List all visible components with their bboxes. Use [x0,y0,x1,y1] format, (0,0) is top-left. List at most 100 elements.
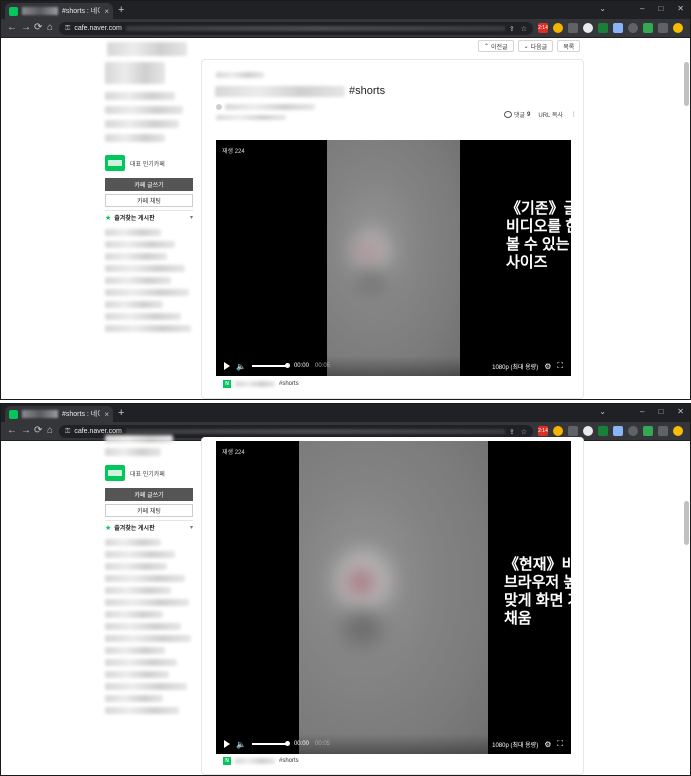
board-item[interactable] [105,707,179,714]
board-item[interactable] [105,265,185,272]
sidebar-icon[interactable] [658,426,668,436]
extension-icon[interactable] [583,426,593,436]
settings-gear-icon[interactable]: ⚙ [544,362,551,371]
cafe-chat-button[interactable]: 카페 채팅 [105,194,193,207]
list-button[interactable]: 목록 [557,40,581,52]
browser-tab[interactable]: #shorts : 네이버 × [5,3,113,19]
extension-badge-icon[interactable]: 2:14 [538,426,548,436]
new-tab-button[interactable]: + [118,407,124,419]
board-item[interactable] [105,313,181,320]
scrollbar[interactable] [684,501,689,545]
board-item[interactable] [105,301,163,308]
play-icon[interactable] [224,362,230,370]
board-item[interactable] [105,587,171,594]
board-item[interactable] [105,539,161,546]
url-copy-button[interactable]: URL 복사 [538,110,563,119]
cafe-chat-button[interactable]: 카페 채팅 [105,504,193,517]
extension-icon[interactable] [613,426,623,436]
prev-post-button[interactable]: ⌃ 이전글 [478,40,514,52]
tab-search-icon[interactable]: ⌄ [599,4,606,13]
extension-icon[interactable] [583,23,593,33]
next-post-button[interactable]: ⌄ 다음글 [517,40,554,52]
extension-icon[interactable] [553,23,563,33]
board-item[interactable] [105,611,163,618]
volume-slider[interactable] [251,741,290,746]
address-bar[interactable]: ⚿ cafe.naver.com ⇪ ☆ [59,22,533,35]
minimize-button[interactable]: – [640,4,644,14]
extension-icon[interactable] [598,23,608,33]
video-player[interactable]: 재생 224 🔈 00:00 00:05 1080p (최대 용량) ⚙ ⛶ 《… [216,441,571,754]
back-icon[interactable]: ← [7,425,17,437]
comment-button[interactable]: 댓글 9 [504,110,530,119]
puzzle-icon[interactable] [628,23,638,33]
tab-search-icon[interactable]: ⌄ [599,407,606,416]
extension-icon[interactable] [568,23,578,33]
board-item[interactable] [105,253,167,260]
extension-icon[interactable] [613,23,623,33]
volume-icon[interactable]: 🔈 [236,362,246,371]
scrollbar[interactable] [684,62,689,106]
home-icon[interactable]: ⌂ [47,22,53,34]
extension-icon[interactable] [643,23,653,33]
maximize-button[interactable]: □ [658,4,663,14]
tab-close-icon[interactable]: × [104,410,109,419]
board-item[interactable] [105,563,167,570]
quality-label[interactable]: 1080p (최대 용량) [492,740,538,749]
back-icon[interactable]: ← [7,22,17,34]
reload-icon[interactable]: ⟳ [34,22,42,34]
extension-badge-icon[interactable]: 2:14 [538,23,548,33]
more-icon[interactable]: ⋮ [571,111,577,118]
fullscreen-icon[interactable]: ⛶ [557,739,563,749]
board-item[interactable] [105,575,185,582]
home-icon[interactable]: ⌂ [47,425,53,437]
close-window-button[interactable]: ✕ [677,4,684,14]
board-item[interactable] [105,229,161,236]
board-item[interactable] [105,551,175,558]
maximize-button[interactable]: □ [658,407,663,417]
tab-close-icon[interactable]: × [104,7,109,16]
board-item[interactable] [105,277,171,284]
board-item[interactable] [105,241,175,248]
minimize-button[interactable]: – [640,407,644,417]
board-item[interactable] [105,683,187,690]
play-icon[interactable] [224,740,230,748]
favorite-boards-header[interactable]: ★ 즐겨찾는 게시판 ▾ [105,210,193,224]
board-item[interactable] [105,695,163,702]
volume-icon[interactable]: 🔈 [236,740,246,749]
share-icon[interactable]: ⇪ [509,25,515,33]
video-player[interactable]: 재생 224 🔈 00:00 00:05 1080p (최대 용량) ⚙ ⛶ 《… [216,140,571,376]
extension-icon[interactable] [643,426,653,436]
source-tag[interactable]: #shorts [279,758,299,764]
avatar[interactable] [673,426,683,436]
avatar[interactable] [673,23,683,33]
forward-icon[interactable]: → [21,425,31,437]
board-item[interactable] [105,623,181,630]
bookmark-star-icon[interactable]: ☆ [521,25,527,33]
board-item[interactable] [105,325,191,332]
volume-slider[interactable] [251,363,290,368]
close-window-button[interactable]: ✕ [677,407,684,417]
extension-icon[interactable] [553,426,563,436]
share-icon[interactable]: ⇪ [509,428,515,436]
extension-icon[interactable] [598,426,608,436]
board-item[interactable] [105,635,191,642]
new-tab-button[interactable]: + [118,4,124,16]
reload-icon[interactable]: ⟳ [34,425,42,437]
browser-tab[interactable]: #shorts : 네이버 × [5,406,113,422]
source-tag[interactable]: #shorts [279,381,299,387]
settings-gear-icon[interactable]: ⚙ [544,740,551,749]
quality-label[interactable]: 1080p (최대 용량) [492,362,538,371]
write-post-button[interactable]: 카페 글쓰기 [105,488,193,501]
board-item[interactable] [105,671,169,678]
board-item[interactable] [105,289,189,296]
bookmark-star-icon[interactable]: ☆ [521,428,527,436]
board-item[interactable] [105,647,165,654]
forward-icon[interactable]: → [21,22,31,34]
fullscreen-icon[interactable]: ⛶ [557,361,563,371]
sidebar-icon[interactable] [658,23,668,33]
extension-icon[interactable] [568,426,578,436]
board-item[interactable] [105,659,177,666]
write-post-button[interactable]: 카페 글쓰기 [105,178,193,191]
favorite-boards-header[interactable]: ★ 즐겨찾는 게시판 ▾ [105,520,193,534]
puzzle-icon[interactable] [628,426,638,436]
